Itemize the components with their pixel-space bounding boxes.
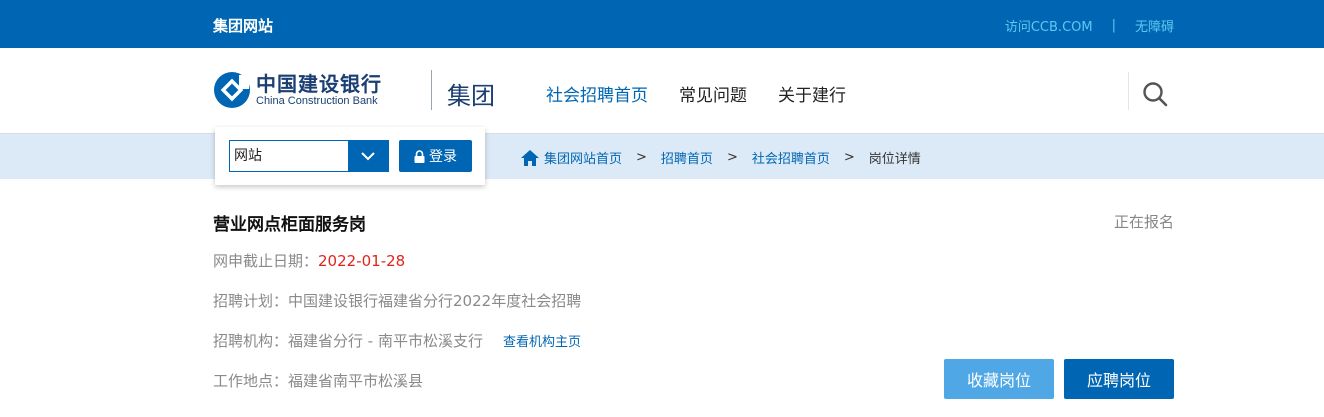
location-row: 工作地点： 福建省南平市松溪县 <box>213 370 423 391</box>
search-divider <box>1128 72 1129 110</box>
visit-ccb-link[interactable]: 访问CCB.COM <box>1005 16 1093 35</box>
nav-social-recruit-home[interactable]: 社会招聘首页 <box>546 81 648 106</box>
home-icon <box>521 149 539 166</box>
apply-job-button[interactable]: 应聘岗位 <box>1064 359 1174 399</box>
breadcrumb-separator: > <box>636 150 647 165</box>
view-org-homepage-link[interactable]: 查看机构主页 <box>503 331 581 350</box>
ccb-logo[interactable]: 中国建设银行 China Construction Bank <box>213 71 382 109</box>
top-right-links: 访问CCB.COM | 无障碍 <box>1005 16 1174 35</box>
breadcrumb: 集团网站首页 > 招聘首页 > 社会招聘首页 > 岗位详情 <box>521 148 921 167</box>
plan-row: 招聘计划： 中国建设银行福建省分行2022年度社会招聘 <box>213 290 581 311</box>
nav-faq[interactable]: 常见问题 <box>679 81 747 106</box>
breadcrumb-social-recruit-home[interactable]: 社会招聘首页 <box>752 148 830 167</box>
main-nav: 社会招聘首页 常见问题 关于建行 <box>546 81 877 106</box>
logo-text: 中国建设银行 China Construction Bank <box>256 73 382 108</box>
login-button[interactable]: 登录 <box>399 140 472 172</box>
login-label: 登录 <box>429 148 457 164</box>
accessibility-link[interactable]: 无障碍 <box>1135 16 1174 35</box>
logo-english-name: China Construction Bank <box>256 94 378 107</box>
job-title: 营业网点柜面服务岗 <box>213 215 366 235</box>
breadcrumb-recruit-home[interactable]: 招聘首页 <box>661 148 713 167</box>
link-separator: | <box>1111 18 1116 33</box>
org-value: 福建省分行 - 南平市松溪支行 <box>288 332 483 350</box>
site-header: 中国建设银行 China Construction Bank 集团 社会招聘首页… <box>0 48 1324 134</box>
nav-about-ccb[interactable]: 关于建行 <box>778 81 846 106</box>
location-label: 工作地点： <box>213 372 289 390</box>
ccb-emblem-icon <box>214 72 250 108</box>
job-status-badge: 正在报名 <box>1113 213 1174 231</box>
logo-chinese-name: 中国建设银行 <box>256 71 382 96</box>
group-site-link[interactable]: 集团网站 <box>213 15 273 36</box>
location-value: 福建省南平市松溪县 <box>288 372 424 390</box>
chevron-down-icon[interactable] <box>348 141 388 171</box>
org-label: 招聘机构： <box>213 332 289 350</box>
deadline-row: 网申截止日期： 2022-01-28 <box>213 250 405 271</box>
lock-icon <box>414 149 425 163</box>
group-label: 集团 <box>447 82 495 110</box>
breadcrumb-job-detail: 岗位详情 <box>868 152 921 167</box>
deadline-label: 网申截止日期： <box>213 252 319 270</box>
deadline-value: 2022-01-28 <box>318 251 406 270</box>
site-select-dropdown[interactable]: 网站 <box>229 140 389 172</box>
breadcrumb-separator: > <box>843 150 855 165</box>
org-row: 招聘机构： 福建省分行 - 南平市松溪支行 查看机构主页 <box>213 330 581 351</box>
logo-divider <box>431 70 432 110</box>
breadcrumb-group-home[interactable]: 集团网站首页 <box>544 148 622 167</box>
plan-label: 招聘计划： <box>213 292 289 310</box>
top-bar: 集团网站 访问CCB.COM | 无障碍 <box>0 0 1324 48</box>
breadcrumb-separator: > <box>726 150 738 165</box>
favorite-job-button[interactable]: 收藏岗位 <box>944 359 1054 399</box>
plan-value: 中国建设银行福建省分行2022年度社会招聘 <box>288 292 582 310</box>
login-panel: 网站 登录 <box>215 127 485 185</box>
search-icon[interactable] <box>1141 80 1169 108</box>
site-select-value: 网站 <box>234 148 262 164</box>
